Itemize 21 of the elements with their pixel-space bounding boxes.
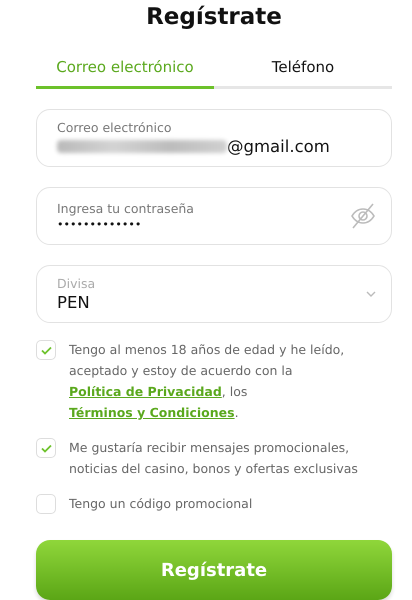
page-title: Regístrate [146, 4, 282, 30]
password-field[interactable]: Ingresa tu contraseña ••••••••••••• [36, 187, 392, 245]
field-value: ••••••••••••• [57, 218, 142, 231]
hidden-eye-icon[interactable] [349, 202, 377, 230]
checkbox[interactable] [36, 494, 56, 514]
checkbox[interactable] [36, 438, 56, 458]
checkbox-label: Tengo un código promocional [69, 495, 252, 513]
checkmark-icon [40, 444, 52, 452]
checkbox-label: Me gustaría recibir mensajes promocionales, noticias del casino, bonos y ofertas exclusivas [69, 439, 359, 478]
chevron-down-icon[interactable] [365, 290, 377, 298]
checkbox[interactable] [36, 340, 56, 360]
field-value: @gmail.com [227, 137, 330, 156]
currency-select[interactable]: Divisa PEN [36, 265, 392, 323]
tab[interactable]: Teléfono [214, 52, 392, 89]
field-value: PEN [57, 293, 90, 312]
checkbox-label: Tengo al menos 18 años de edad y he leído, aceptado y estoy de acuerdo con la Política de Privacidad, los Términos y Condiciones. [69, 341, 346, 422]
checkmark-icon [40, 346, 52, 354]
field-label: Divisa [57, 276, 96, 291]
field-label: Correo electrónico [57, 120, 173, 135]
email-field[interactable]: Correo electrónico @gmail.com [36, 109, 392, 167]
field-label: Ingresa tu contraseña [57, 201, 195, 216]
